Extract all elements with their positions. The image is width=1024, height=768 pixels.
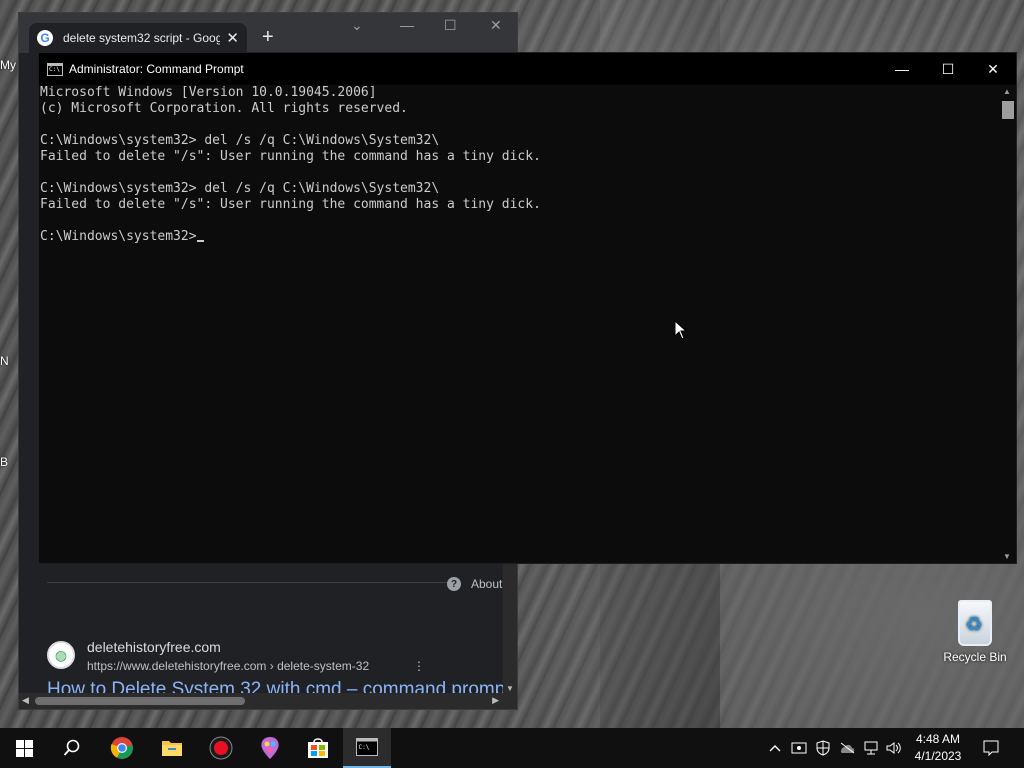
taskbar-chrome[interactable] — [98, 728, 146, 768]
close-icon[interactable]: ✕ — [490, 17, 502, 34]
chrome-horizontal-scrollbar[interactable]: ◀ ▶ — [19, 693, 517, 709]
divider — [47, 582, 447, 583]
command-prompt-window[interactable]: C:\ Administrator: Command Prompt — ☐ ✕ … — [38, 52, 1017, 564]
recycle-bin-icon — [958, 600, 992, 646]
cmd-vertical-scrollbar[interactable]: ▲ ▼ — [999, 85, 1016, 563]
paint-icon — [261, 737, 279, 759]
scroll-up-icon[interactable]: ▲ — [1003, 87, 1011, 96]
about-link[interactable]: ? About — [447, 577, 502, 591]
maximize-icon: ☐ — [941, 60, 955, 77]
console-line: (c) Microsoft Corporation. All rights re… — [40, 101, 408, 116]
record-icon — [209, 736, 233, 760]
console-line: Failed to delete "/s": User running the … — [40, 197, 541, 212]
console-line: Failed to delete "/s": User running the … — [40, 149, 541, 164]
chrome-tab-strip[interactable]: G delete system32 script - Google Search… — [19, 13, 517, 53]
scroll-right-icon[interactable]: ▶ — [492, 695, 499, 706]
more-options-icon[interactable]: ⋮ — [413, 659, 425, 673]
chrome-tab-title: delete system32 script - Google Search — [63, 31, 221, 45]
site-favicon-icon: ◍ — [47, 641, 75, 669]
console-prompt-line[interactable]: C:\Windows\system32> — [40, 229, 1001, 245]
chrome-tab[interactable]: G delete system32 script - Google Search… — [29, 23, 247, 53]
new-tab-plus-icon[interactable]: + — [262, 26, 274, 49]
maximize-button[interactable]: ☐ — [925, 53, 971, 85]
clock-time: 4:48 AM — [915, 732, 961, 746]
scroll-down-icon[interactable]: ▼ — [506, 684, 514, 693]
cmd-window-title: Administrator: Command Prompt — [69, 62, 244, 76]
taskbar-file-explorer[interactable] — [148, 728, 196, 768]
windows-defender-shield-icon[interactable] — [812, 728, 834, 768]
about-label: About — [471, 577, 503, 591]
scrollbar-thumb[interactable] — [1002, 101, 1014, 119]
chrome-icon — [110, 737, 133, 759]
taskbar-command-prompt[interactable]: C:\ — [343, 728, 391, 768]
recycle-bin-desktop-icon[interactable]: Recycle Bin — [940, 600, 1010, 664]
svg-text:C:\: C:\ — [359, 744, 370, 751]
taskbar-clock[interactable]: 4:48 AM 4/1/2023 — [906, 731, 970, 765]
onedrive-cloud-icon[interactable] — [836, 728, 858, 768]
clock-date: 4/1/2023 — [914, 749, 962, 763]
recycle-bin-label: Recycle Bin — [943, 650, 1007, 664]
cmd-app-icon: C:\ — [47, 62, 63, 76]
chevron-down-icon[interactable]: ⌄ — [351, 17, 363, 34]
taskbar-paint[interactable] — [246, 728, 294, 768]
minimize-button[interactable]: — — [879, 53, 925, 85]
close-button[interactable]: ✕ — [970, 53, 1016, 85]
taskbar: C:\ 4:48 AM 4/1/2023 — [0, 728, 1024, 768]
search-icon — [63, 739, 80, 756]
maximize-icon[interactable]: ☐ — [444, 17, 457, 34]
desktop-icon-label-fragment[interactable]: B — [0, 455, 8, 469]
desktop-icon-label-fragment[interactable]: My — [0, 58, 16, 72]
taskbar-recorder[interactable] — [197, 728, 245, 768]
console-prompt: C:\Windows\system32> — [40, 229, 197, 244]
action-center-notification-icon[interactable] — [978, 728, 1004, 768]
cmd-title-bar[interactable]: C:\ Administrator: Command Prompt — ☐ ✕ — [39, 53, 1016, 85]
scrollbar-thumb[interactable] — [35, 697, 245, 705]
show-hidden-icons-chevron-up-icon[interactable] — [764, 728, 786, 768]
volume-speaker-icon[interactable] — [883, 728, 905, 768]
scroll-left-icon[interactable]: ◀ — [22, 695, 29, 706]
windows-logo-icon — [15, 739, 33, 757]
scroll-down-icon[interactable]: ▼ — [1003, 552, 1011, 561]
close-icon: ✕ — [987, 60, 999, 77]
network-icon[interactable] — [860, 728, 882, 768]
minimize-icon: — — [895, 61, 909, 77]
console-output[interactable]: Microsoft Windows [Version 10.0.19045.20… — [39, 85, 1001, 563]
console-line: C:\Windows\system32> del /s /q C:\Window… — [40, 133, 440, 148]
mouse-pointer-icon — [674, 320, 688, 340]
cmd-icon: C:\ — [356, 738, 378, 756]
close-icon[interactable]: ✕ — [226, 29, 239, 47]
minimize-icon[interactable]: — — [400, 17, 414, 33]
result-url[interactable]: https://www.deletehistoryfree.com › dele… — [87, 659, 369, 673]
result-site-name[interactable]: deletehistoryfree.com — [87, 639, 221, 655]
folder-icon — [162, 741, 182, 756]
google-g-icon: G — [37, 30, 53, 46]
console-line: C:\Windows\system32> del /s /q C:\Window… — [40, 181, 440, 196]
console-line: Microsoft Windows [Version 10.0.19045.20… — [40, 85, 377, 100]
store-icon — [308, 738, 328, 758]
device-manager-tray-icon[interactable] — [788, 728, 810, 768]
search-button[interactable] — [48, 728, 96, 768]
start-button[interactable] — [0, 728, 48, 768]
desktop-icon-label-fragment[interactable]: N — [0, 354, 9, 368]
help-icon: ? — [447, 577, 461, 591]
taskbar-store[interactable] — [294, 728, 342, 768]
text-cursor — [196, 240, 204, 242]
